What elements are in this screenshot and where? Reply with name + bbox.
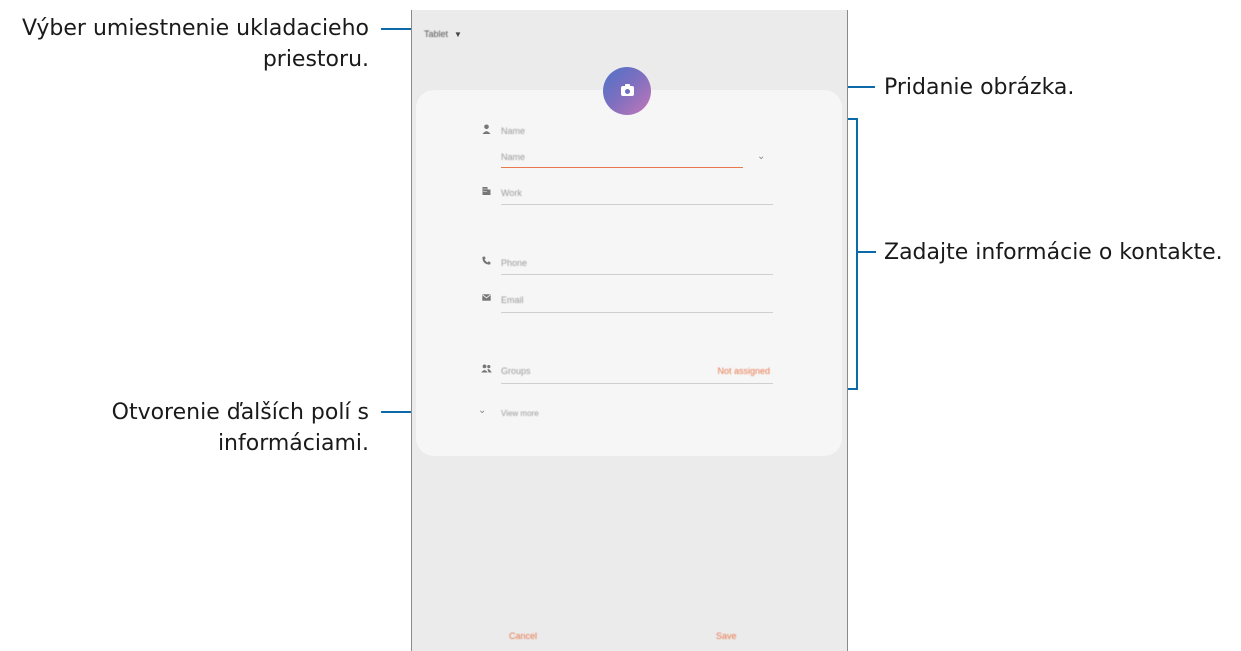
callout-storage-location: Výber umiestnenie ukladacieho priestoru. [22, 13, 369, 75]
group-icon [480, 364, 492, 376]
add-picture-button[interactable] [603, 67, 651, 115]
name-input-underline [501, 167, 743, 168]
save-button[interactable]: Save [716, 631, 737, 641]
phone-input[interactable]: Phone [501, 258, 527, 268]
callout-storage-line-1: Výber umiestnenie ukladacieho [21, 16, 369, 41]
contact-form-card: Name Name ⌄ Work Phone Email Groups Not … [416, 90, 842, 456]
email-input[interactable]: Email [501, 295, 524, 305]
view-more-chevron-icon[interactable]: ⌄ [478, 405, 486, 416]
groups-underline [501, 383, 773, 384]
callout-more-fields-line-2: informáciami. [217, 431, 369, 456]
callout-contact-info: Zadajte informácie o kontakte. [884, 240, 1223, 265]
cancel-button[interactable]: Cancel [509, 631, 537, 641]
callout-more-fields: Otvorenie ďalších polí s informáciami. [112, 397, 369, 459]
email-icon [480, 293, 492, 304]
callout-storage-line-2: priestoru. [262, 47, 369, 72]
camera-icon [620, 84, 634, 96]
callout-add-picture: Pridanie obrázka. [884, 75, 1075, 100]
phone-screen: Tablet ▼ Name Name ⌄ Work Phone Email Gr… [411, 10, 848, 651]
name-header-label: Name [501, 126, 526, 136]
view-more-button[interactable]: View more [501, 409, 539, 418]
work-input-underline [501, 204, 773, 205]
storage-location-dropdown[interactable]: Tablet ▼ [424, 26, 462, 42]
phone-icon [480, 256, 492, 268]
groups-label: Groups [501, 366, 531, 376]
name-input[interactable]: Name [501, 152, 525, 162]
expand-name-chevron-icon[interactable]: ⌄ [757, 151, 765, 162]
callout-bracket-vertical [856, 118, 858, 390]
callout-bracket-tick [856, 251, 876, 253]
caret-down-icon: ▼ [454, 29, 462, 39]
building-icon [480, 186, 492, 198]
groups-value-button[interactable]: Not assigned [717, 366, 770, 376]
work-input[interactable]: Work [501, 188, 522, 198]
phone-input-underline [501, 274, 773, 275]
callout-more-fields-line-1: Otvorenie ďalších polí s [111, 400, 369, 425]
email-input-underline [501, 312, 773, 313]
person-icon [480, 124, 492, 137]
storage-location-label: Tablet [424, 29, 449, 39]
